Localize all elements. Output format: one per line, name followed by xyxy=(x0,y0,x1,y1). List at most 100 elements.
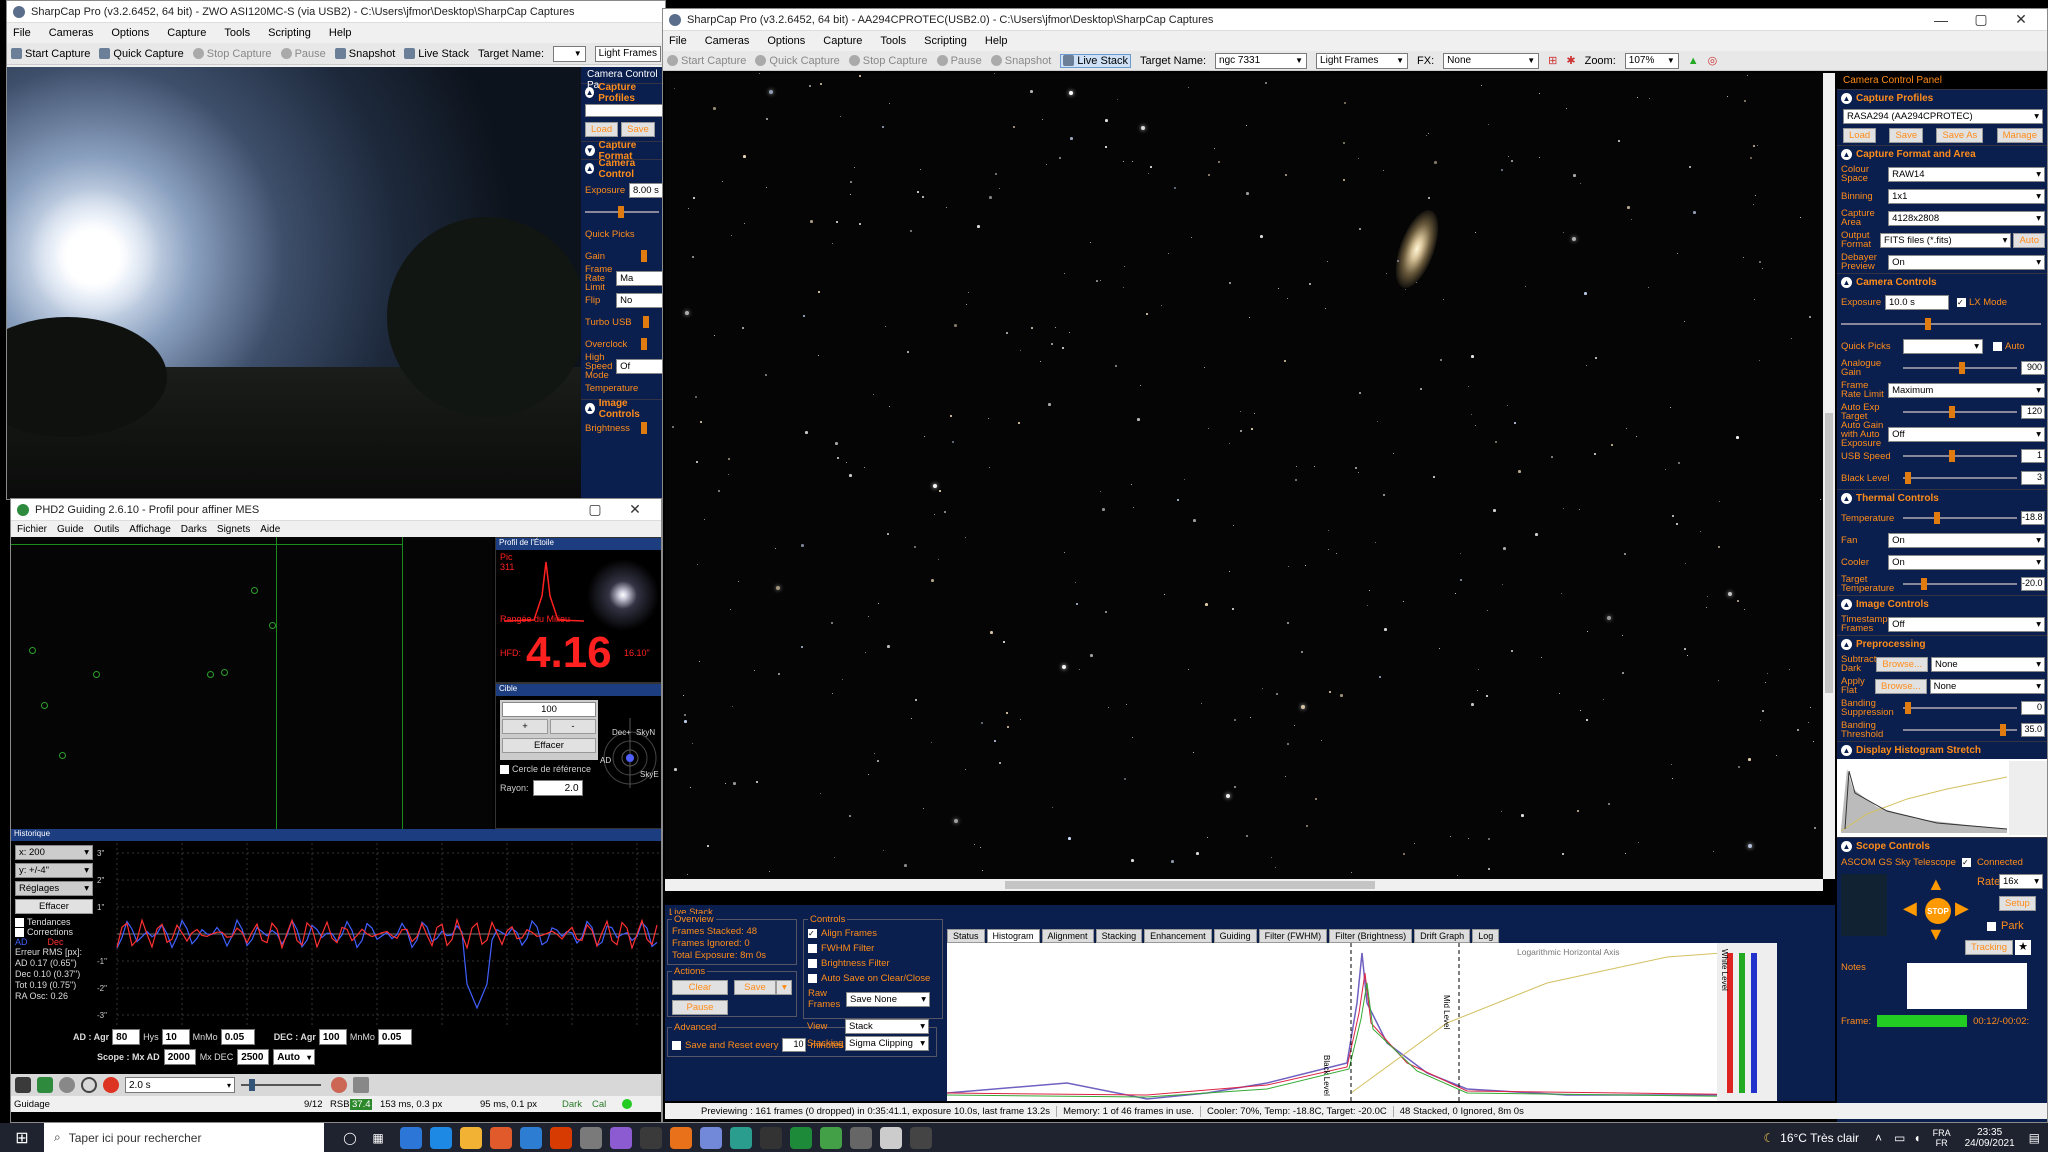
control-value-input[interactable]: 35.0 xyxy=(2021,723,2045,737)
restore-icon[interactable]: ▢ xyxy=(575,501,615,518)
left-save-button[interactable]: Save xyxy=(621,122,655,137)
menu-scripting[interactable]: Scripting xyxy=(268,27,311,39)
menu-affichage[interactable]: Affichage xyxy=(129,524,171,535)
slew-rate-select[interactable]: 16x ▾ xyxy=(1999,874,2043,889)
profile-save-button[interactable]: Save xyxy=(1889,128,1924,143)
arrow-left-button[interactable]: ◀ xyxy=(1903,898,1917,919)
live-pause-button[interactable]: Pause xyxy=(672,1000,728,1015)
history-clear-button[interactable]: Effacer xyxy=(15,899,93,914)
minimize-icon[interactable]: — xyxy=(1921,12,1961,28)
guide-icon[interactable] xyxy=(59,1077,75,1093)
raw-frames-select[interactable]: Save None ▾ xyxy=(846,991,930,1007)
profile-load-button[interactable]: Load xyxy=(1843,128,1877,143)
menu-darks[interactable]: Darks xyxy=(181,524,207,535)
taskbar-app-icon[interactable] xyxy=(460,1126,482,1149)
live-save-button[interactable]: Save xyxy=(734,980,776,995)
focus-icon[interactable]: ✱ xyxy=(1566,54,1575,67)
control-value-input[interactable]: 3 xyxy=(2021,471,2045,485)
dec-aggr-input[interactable]: 100 xyxy=(318,1029,347,1045)
menu-signets[interactable]: Signets xyxy=(217,524,250,535)
section-preprocessing[interactable]: ▲ Preprocessing xyxy=(1837,635,2047,653)
weather-text[interactable]: 16°C Très clair xyxy=(1780,1131,1859,1145)
max-ra-input[interactable]: 2000 xyxy=(163,1049,196,1065)
radius-input[interactable]: 2.0 xyxy=(532,780,583,796)
control-slider[interactable] xyxy=(1903,701,2017,715)
section-capture-profiles[interactable]: ▲ Capture Profiles xyxy=(1837,89,2047,107)
gamma-slider[interactable] xyxy=(241,1078,321,1092)
format-select[interactable]: RAW14 ▾ xyxy=(1888,166,2045,182)
taskbar-app-icon[interactable] xyxy=(640,1126,662,1149)
arrow-up-button[interactable]: ▲ xyxy=(1927,874,1945,895)
menu-help[interactable]: Help xyxy=(329,27,352,39)
frame-type-select[interactable]: Light Frames ▼ xyxy=(1316,52,1409,69)
maximize-icon[interactable]: ▢ xyxy=(1961,11,2001,28)
target-clear-button[interactable]: Effacer xyxy=(502,738,596,753)
format-select[interactable]: On ▾ xyxy=(1888,254,2045,270)
live-clear-button[interactable]: Clear xyxy=(672,980,728,995)
notifications-icon[interactable]: ▤ xyxy=(2029,1131,2040,1145)
taskbar-app-icon[interactable] xyxy=(670,1126,692,1149)
menu-file[interactable]: File xyxy=(13,27,31,39)
language-indicator[interactable]: FRA FR xyxy=(1933,1128,1951,1148)
menu-guide[interactable]: Guide xyxy=(57,524,84,535)
menu-cameras[interactable]: Cameras xyxy=(705,35,750,47)
left-exposure-input[interactable]: 8.00 s xyxy=(629,182,663,198)
format-select[interactable]: FITS files (*.fits) ▾ xyxy=(1880,232,2012,248)
taskbar-app-icon[interactable] xyxy=(850,1126,872,1149)
control-value-input[interactable]: 0 xyxy=(2021,701,2045,715)
settings-icon[interactable] xyxy=(353,1077,369,1093)
tab-guiding[interactable]: Guiding xyxy=(1213,929,1257,943)
x-scale-select[interactable]: x: 200 ▾ xyxy=(15,845,93,860)
stacking-select[interactable]: Sigma Clipping ▾ xyxy=(845,1036,929,1051)
taskbar-app-icon[interactable] xyxy=(430,1126,452,1149)
control-select[interactable]: Maximum ▾ xyxy=(1888,382,2045,398)
taskbar-app-icon[interactable] xyxy=(820,1126,842,1149)
profile-select[interactable]: RASA294 (AA294CPROTEC) ▾ xyxy=(1843,109,2043,124)
scope-stop-button[interactable]: STOP xyxy=(1925,898,1951,924)
tab-status[interactable]: Status xyxy=(947,929,985,943)
ref-circle-checkbox[interactable] xyxy=(500,764,509,774)
control-value-input[interactable]: 900 xyxy=(2021,361,2045,375)
taskbar-app-icon[interactable] xyxy=(730,1126,752,1149)
left-pause-button[interactable]: Pause xyxy=(280,48,326,60)
left-overclock-slider[interactable] xyxy=(641,337,659,351)
snapshot-button[interactable]: Snapshot xyxy=(990,55,1051,67)
image-horizontal-scrollbar[interactable] xyxy=(665,879,1823,891)
left-snapshot-button[interactable]: Snapshot xyxy=(334,48,395,60)
taskbar-app-icon[interactable] xyxy=(580,1126,602,1149)
guide-camera-view[interactable] xyxy=(11,537,493,829)
tab-filter-fwhm-[interactable]: Filter (FWHM) xyxy=(1258,929,1328,943)
left-target-input[interactable]: ▼ xyxy=(553,45,586,62)
control-checkbox-row[interactable]: Auto Save on Clear/Close xyxy=(808,971,938,986)
taskbar-app-icon[interactable] xyxy=(880,1126,902,1149)
control-value-input[interactable]: 120 xyxy=(2021,405,2045,419)
menu-capture[interactable]: Capture xyxy=(167,27,206,39)
deep-sky-image[interactable] xyxy=(665,73,1823,879)
tracking-button[interactable]: Tracking xyxy=(1965,940,2014,955)
left-section-capture-format[interactable]: ▼ Capture Format xyxy=(581,140,665,162)
save-reset-input[interactable]: 10 xyxy=(782,1038,807,1052)
image-vertical-scrollbar[interactable] xyxy=(1823,73,1835,879)
format-select[interactable]: 1x1 ▾ xyxy=(1888,188,2045,204)
checkbox[interactable] xyxy=(808,944,817,953)
left-stop-capture-button[interactable]: Stop Capture xyxy=(192,48,272,60)
ra-minmo-input[interactable]: 0.05 xyxy=(220,1029,255,1045)
allsky-image[interactable] xyxy=(7,67,581,499)
stop-icon[interactable] xyxy=(103,1077,119,1093)
control-select[interactable]: On ▾ xyxy=(1888,532,2045,548)
dec-minmo-input[interactable]: 0.05 xyxy=(377,1029,412,1045)
ra-aggr-input[interactable]: 80 xyxy=(112,1029,141,1045)
windows-start-icon[interactable]: ⊞ xyxy=(0,1128,44,1148)
flat-browse-button[interactable]: Browse... xyxy=(1874,678,1927,694)
phd2-titlebar[interactable]: PHD2 Guiding 2.6.10 - Profil pour affine… xyxy=(11,499,661,521)
left-exposure-slider[interactable] xyxy=(585,205,659,219)
tab-filter-brightness-[interactable]: Filter (Brightness) xyxy=(1329,929,1413,943)
menu-tools[interactable]: Tools xyxy=(880,35,906,47)
brain-icon[interactable] xyxy=(331,1077,347,1093)
control-slider[interactable] xyxy=(1903,449,2017,463)
section-thermal-controls[interactable]: ▲ Thermal Controls xyxy=(1837,489,2047,507)
taskbar-app-icon[interactable] xyxy=(400,1126,422,1149)
control-slider[interactable] xyxy=(1903,723,2017,737)
settings-select[interactable]: Réglages ▾ xyxy=(15,881,93,896)
fx-select[interactable]: None ▼ xyxy=(1443,52,1540,69)
